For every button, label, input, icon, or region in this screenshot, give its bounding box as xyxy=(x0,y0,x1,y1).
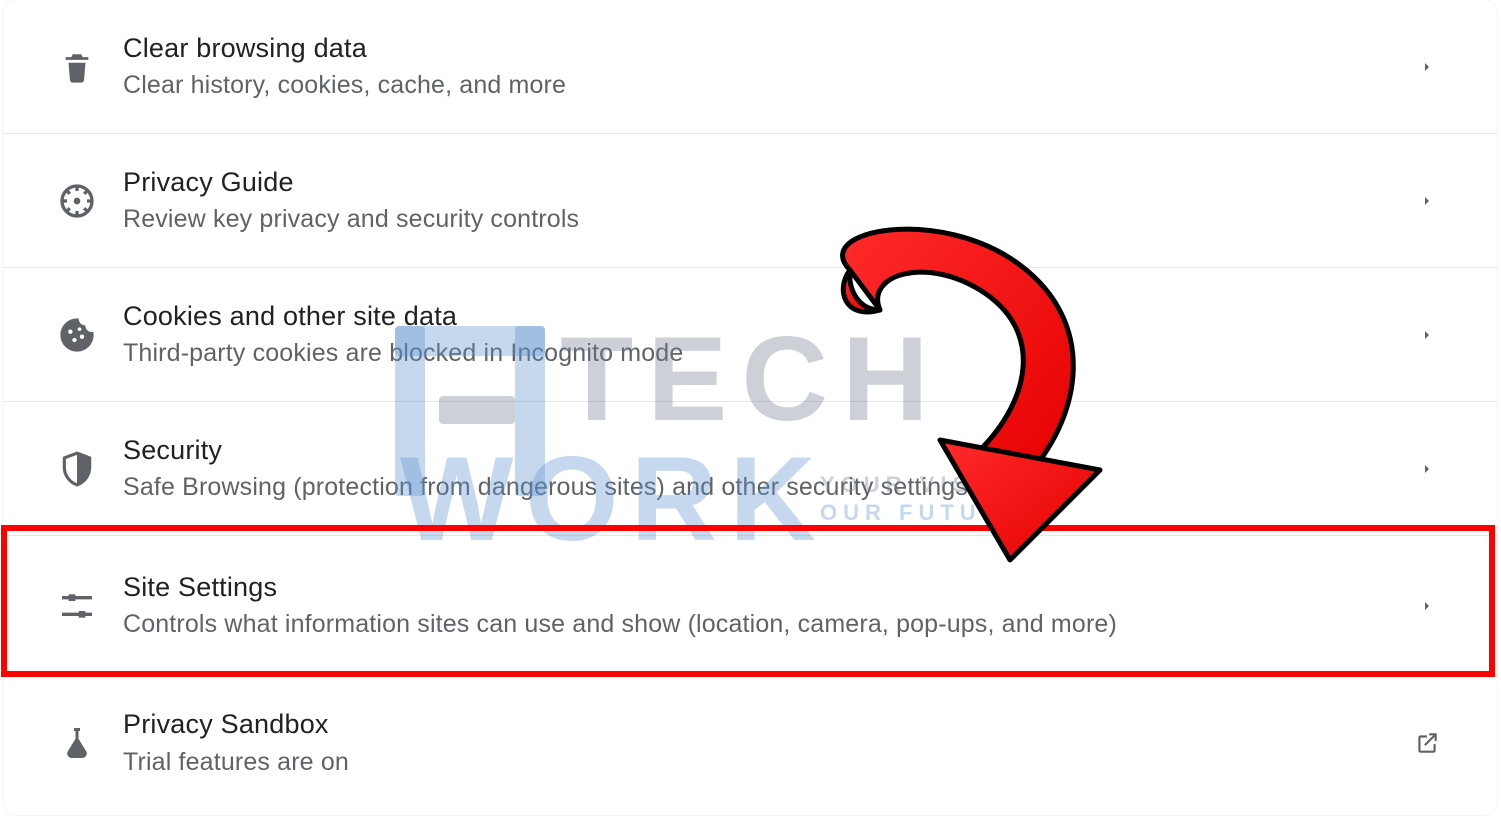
row-desc: Review key privacy and security controls xyxy=(123,204,1397,235)
chevron-right-icon xyxy=(1413,187,1441,215)
compass-icon xyxy=(55,179,99,223)
settings-row-cookies[interactable]: Cookies and other site data Third-party … xyxy=(3,268,1497,402)
open-in-new-icon xyxy=(1413,729,1441,757)
cookie-icon xyxy=(55,313,99,357)
trash-icon xyxy=(55,45,99,89)
row-title: Clear browsing data xyxy=(123,32,1397,64)
settings-card: Clear browsing data Clear history, cooki… xyxy=(3,0,1497,815)
row-texts: Site Settings Controls what information … xyxy=(123,571,1413,641)
shield-icon xyxy=(55,447,99,491)
row-title: Site Settings xyxy=(123,571,1397,603)
sliders-icon xyxy=(55,584,99,628)
row-texts: Privacy Guide Review key privacy and sec… xyxy=(123,166,1413,236)
row-title: Security xyxy=(123,434,1397,466)
settings-row-privacy-guide[interactable]: Privacy Guide Review key privacy and sec… xyxy=(3,134,1497,268)
row-desc: Trial features are on xyxy=(123,747,1397,778)
row-title: Privacy Sandbox xyxy=(123,708,1397,740)
chevron-right-icon xyxy=(1413,321,1441,349)
row-texts: Privacy Sandbox Trial features are on xyxy=(123,708,1413,778)
settings-row-privacy-sandbox[interactable]: Privacy Sandbox Trial features are on xyxy=(3,676,1497,810)
chevron-right-icon xyxy=(1413,53,1441,81)
row-desc: Safe Browsing (protection from dangerous… xyxy=(123,472,1397,503)
row-desc: Clear history, cookies, cache, and more xyxy=(123,70,1397,101)
row-title: Cookies and other site data xyxy=(123,300,1397,332)
chevron-right-icon xyxy=(1413,592,1441,620)
chevron-right-icon xyxy=(1413,455,1441,483)
row-texts: Security Safe Browsing (protection from … xyxy=(123,434,1413,504)
flask-icon xyxy=(55,721,99,765)
row-desc: Controls what information sites can use … xyxy=(123,609,1397,640)
settings-row-clear-browsing-data[interactable]: Clear browsing data Clear history, cooki… xyxy=(3,0,1497,134)
row-desc: Third-party cookies are blocked in Incog… xyxy=(123,338,1397,369)
row-texts: Cookies and other site data Third-party … xyxy=(123,300,1413,370)
row-title: Privacy Guide xyxy=(123,166,1397,198)
row-texts: Clear browsing data Clear history, cooki… xyxy=(123,32,1413,102)
settings-row-site-settings[interactable]: Site Settings Controls what information … xyxy=(3,536,1497,676)
settings-row-security[interactable]: Security Safe Browsing (protection from … xyxy=(3,402,1497,536)
